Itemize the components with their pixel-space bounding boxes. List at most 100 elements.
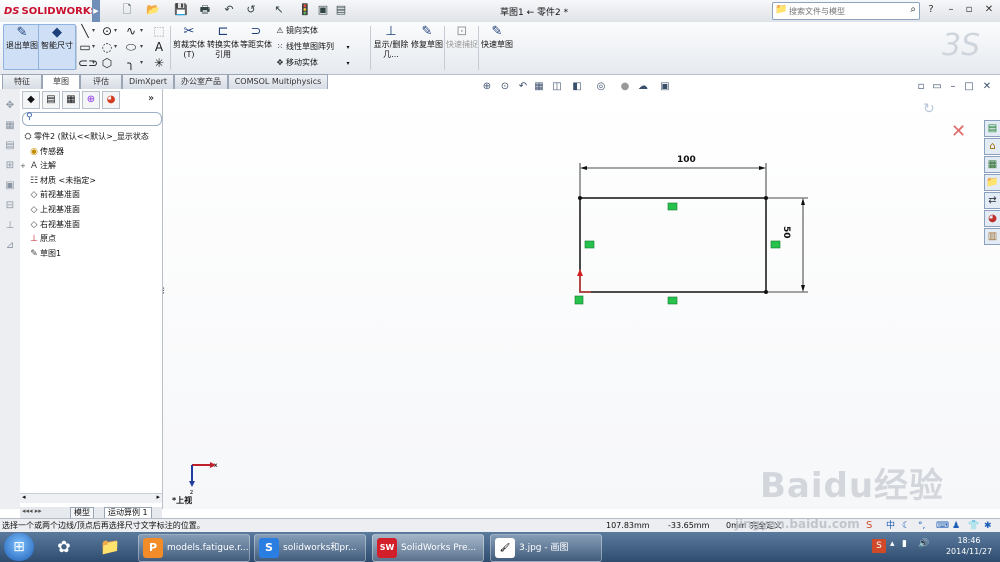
hierarchy-icon[interactable]: ⊥ [3,219,17,233]
undo-icon[interactable]: ↶ [222,3,236,17]
mirror-entities-button[interactable]: ⚠ 镜向实体 [274,24,318,38]
tab-dimxpert[interactable]: DimXpert [122,74,174,89]
ime-user-icon[interactable]: 👕 [968,519,979,533]
fillet-dropdown-icon[interactable]: ▾ [140,56,146,70]
polygon-icon[interactable]: ⬡ [100,56,114,70]
move-entities-button[interactable]: ✥ 移动实体 ▾ [274,56,350,70]
scroll-left-icon[interactable]: ◂ [22,493,26,501]
ime-keyboard-icon[interactable]: ⌨ [936,519,949,533]
expand-icon[interactable]: + [20,160,28,173]
tree-item[interactable]: ◇ 前视基准面 [28,188,80,201]
zoom-to-fit-icon[interactable]: ⊕ [480,81,494,93]
help-icon[interactable]: ? [924,3,938,17]
spline-icon[interactable]: ∿ [124,24,138,38]
network-icon[interactable]: ✿ [46,534,82,560]
display-delete-relations-button[interactable]: ⊥ 显示/删除几... [372,24,410,68]
exit-sketch-button[interactable]: ✎ 退出草图 [3,24,41,70]
vertical-relation-icon[interactable] [584,240,595,249]
viewport-close-icon[interactable]: ✕ [980,81,994,93]
tab-comsol[interactable]: COMSOL Multiphysics [228,74,328,89]
menu-expand-icon[interactable]: ▶ [92,0,100,22]
panel-splitter-handle[interactable]: ⁝ [162,283,168,301]
display-manager-tab-icon[interactable]: ◕ [102,91,120,109]
ime-skin-icon[interactable]: ♟ [952,519,960,533]
sketch-vertex[interactable] [764,196,768,200]
viewport-minimize-icon[interactable]: – [946,81,960,93]
line-dropdown-icon[interactable]: ▾ [92,24,98,38]
slot-icon[interactable]: ⊂⊃ [78,56,98,70]
plane-icon[interactable]: ⬚ [152,24,166,38]
tab-evaluate[interactable]: 评估 [80,74,122,89]
ellipse-dropdown-icon[interactable]: ▾ [140,40,146,54]
point-icon[interactable]: ✳ [152,56,166,70]
text-tool-icon[interactable]: A [152,40,166,54]
align-icon[interactable]: ⊟ [3,199,17,213]
sketch-tool-icon[interactable]: ✥ [3,99,17,113]
search-box[interactable]: 📁 ⌕ [772,2,920,20]
viewport-restore-icon[interactable]: ▫ [914,81,928,93]
search-input[interactable] [789,5,899,17]
minimize-icon[interactable]: – [944,3,958,17]
previous-view-icon[interactable]: ↶ [516,81,530,93]
cancel-sketch-icon[interactable]: ✕ [951,121,966,142]
ime-settings-icon[interactable]: ✱ [984,519,992,533]
tree-item[interactable]: ☷ 材质 <未指定> [28,174,96,187]
rectangle-dropdown-icon[interactable]: ▾ [92,40,98,54]
scroll-right-icon[interactable]: ▸ [156,493,160,501]
horizontal-relation-icon[interactable] [667,296,678,305]
taskbar-item[interactable]: 🖌 3.jpg - 画图 [490,534,602,562]
tab-nav-icons[interactable]: ◂◂◂ ▸▸ [22,507,42,515]
graphics-area[interactable]: x z ↻ ✕ 100 50 *上视 [163,89,1000,509]
property-manager-tab-icon[interactable]: ▤ [42,91,60,109]
dimxpert-manager-tab-icon[interactable]: ⊕ [82,91,100,109]
network-tray-icon[interactable]: ▮ [902,539,907,549]
tree-item[interactable]: ◇ 上视基准面 [28,203,80,216]
tree-item[interactable]: ⊥ 原点 [28,232,56,245]
resources-icon[interactable]: ▤ [984,120,1000,137]
restore-icon[interactable]: ▫ [962,3,976,17]
solidworks-logo[interactable]: DS SOLIDWORKS [0,0,98,22]
section-view-icon[interactable]: ▦ [532,81,546,93]
convert-entities-button[interactable]: ⊏ 转换实体引用 [206,24,240,68]
feature-manager-tab-icon[interactable]: ◆ [22,91,40,109]
feature-filter-input[interactable]: ⚲ [22,112,162,126]
vertical-relation-icon[interactable] [770,240,781,249]
ime-punct-icon[interactable]: °, [918,519,925,533]
repair-sketch-button[interactable]: ✎ 修复草图 [410,24,444,68]
file-properties-icon[interactable]: ▣ [316,3,330,17]
linear-pattern-button[interactable]: ⁙ 线性草图阵列 ▾ [274,40,350,54]
pattern-dropdown-icon[interactable]: ▾ [347,44,350,51]
undo-arrow-icon[interactable]: ↺ [244,3,258,17]
close-icon[interactable]: ✕ [982,3,996,17]
display-style-icon[interactable]: ◧ [570,81,584,93]
custom-properties-icon[interactable]: ▥ [984,228,1000,245]
smart-dimension-button[interactable]: ◆ 智能尺寸 [38,24,76,70]
design-library-icon[interactable]: ▦ [984,156,1000,173]
file-explorer-taskbar-icon[interactable]: 📁 [92,534,128,560]
save-icon[interactable]: 💾 [174,3,188,17]
rapid-sketch-button[interactable]: ✎ 快速草图 [480,24,514,68]
new-icon[interactable]: 🗋 [120,3,134,17]
select-icon[interactable]: ↖ [272,3,286,17]
zoom-area-icon[interactable]: ⊙ [498,81,512,93]
frame-icon[interactable]: ▣ [3,179,17,193]
ime-icon[interactable]: S [866,519,872,533]
home-icon[interactable]: ⌂ [984,138,1000,155]
sketch-rectangle[interactable] [579,197,767,293]
print-icon[interactable]: 🖶 [198,3,212,17]
start-button[interactable]: ⊞ [4,533,34,561]
search-icon[interactable]: ⌕ [910,4,916,15]
clock[interactable]: 18:46 2014/11/27 [940,535,998,557]
open-icon[interactable]: 📂 [146,3,160,17]
rebuild-icon[interactable]: 🚦 [298,3,312,17]
viewport-maximize-icon[interactable]: □ [962,81,976,93]
tab-office-products[interactable]: 办公室产品 [174,74,228,89]
transform-icon[interactable]: ⊿ [3,239,17,253]
view-settings-icon[interactable]: ▣ [658,81,672,93]
tree-item[interactable]: ✎ 草图1 [28,247,61,260]
tree-item[interactable]: + A 注解 [20,159,56,172]
panel-expand-icon[interactable]: » [148,93,154,104]
quick-snaps-button[interactable]: ⊡ 快速捕捉 [446,24,478,68]
appearances-icon[interactable]: ◕ [984,210,1000,227]
tab-features[interactable]: 特征 [2,74,42,89]
